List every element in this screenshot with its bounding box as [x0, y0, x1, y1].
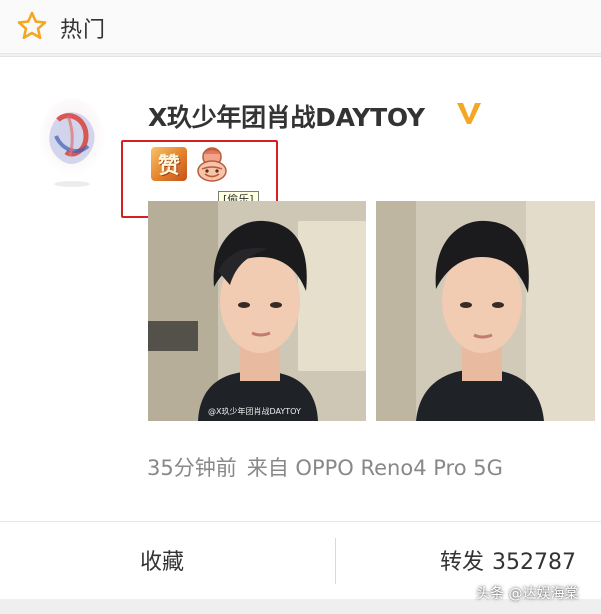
- verified-v-icon: [457, 103, 481, 124]
- avatar[interactable]: [38, 96, 106, 192]
- section-title: 热门: [60, 18, 107, 43]
- post-source[interactable]: 来自 OPPO Reno4 Pro 5G: [247, 456, 503, 480]
- photo-1-image: [148, 201, 366, 421]
- forward-button[interactable]: 转发 352787: [440, 544, 576, 576]
- forward-label: 转发: [440, 550, 485, 575]
- post-photo-2[interactable]: [376, 201, 595, 421]
- photo-watermark: @X玖少年团肖战DAYTOY: [208, 407, 301, 416]
- forward-count: 352787: [492, 550, 576, 575]
- post-photo-1[interactable]: @X玖少年团肖战DAYTOY: [148, 201, 366, 421]
- header-bar: 热门: [0, 0, 601, 54]
- photo-2-image: [376, 201, 595, 421]
- username[interactable]: X玖少年团肖战DAYTOY: [148, 98, 425, 134]
- post-time: 35分钟前: [147, 456, 237, 480]
- star-icon: [17, 11, 47, 40]
- weibo-hot-page: 热门 X玖少年团肖战DAYTOY 赞 [偷乐] @X玖少年团肖战DAYTOY 3…: [0, 0, 601, 614]
- action-divider: [335, 538, 336, 584]
- source-watermark: 头条 @达娱海棠: [476, 586, 579, 602]
- favorite-button[interactable]: 收藏: [140, 544, 184, 576]
- post-meta: 35分钟前 来自 OPPO Reno4 Pro 5G: [147, 452, 503, 482]
